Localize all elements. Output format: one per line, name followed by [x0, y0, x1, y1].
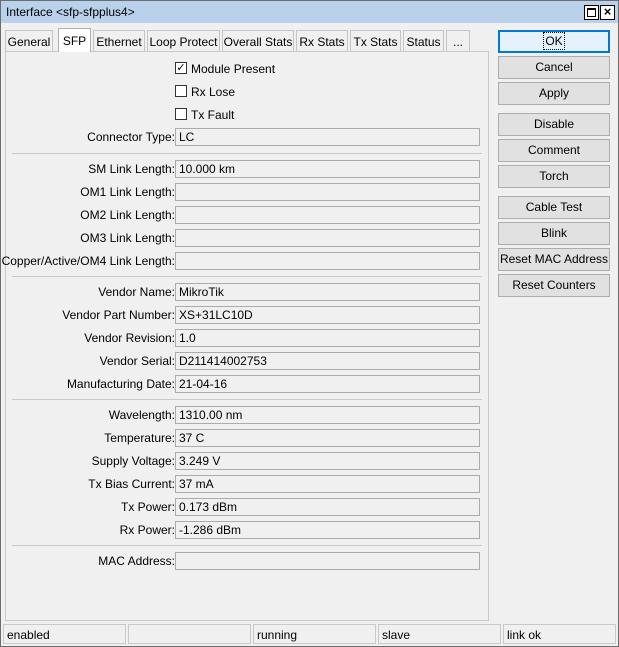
status-bar: enabled running slave link ok [3, 624, 616, 644]
checkbox-label: Module Present [191, 62, 276, 76]
field-label: OM3 Link Length: [80, 231, 175, 245]
field-label: SM Link Length: [88, 162, 175, 176]
wavelength-row: Wavelength: 1310.00 nm [6, 406, 488, 424]
tab-more[interactable]: ... [446, 30, 470, 52]
close-icon[interactable]: × [600, 5, 615, 20]
checkbox-label: Rx Lose [191, 85, 236, 99]
separator [12, 276, 482, 277]
window-title: Interface <sfp-sfpplus4> [6, 5, 135, 19]
om2-link-length-field[interactable] [175, 206, 480, 224]
separator [12, 153, 482, 154]
tx-bias-current-row: Tx Bias Current: 37 mA [6, 475, 488, 493]
ok-button[interactable]: OK [498, 30, 610, 53]
om3-link-length-row: OM3 Link Length: [6, 229, 488, 247]
temperature-field[interactable]: 37 C [175, 429, 480, 447]
field-label: Tx Power: [120, 500, 175, 514]
mac-address-row: MAC Address: [6, 552, 488, 570]
tab-tx-stats[interactable]: Tx Stats [350, 30, 401, 52]
tx-bias-current-field[interactable]: 37 mA [175, 475, 480, 493]
torch-button[interactable]: Torch [498, 165, 610, 188]
vendor-revision-row: Vendor Revision: 1.0 [6, 329, 488, 347]
rx-power-row: Rx Power: -1.286 dBm [6, 521, 488, 539]
copper-link-length-row: Copper/Active/OM4 Link Length: [2, 252, 488, 270]
tab-general[interactable]: General [5, 30, 53, 52]
tx-power-row: Tx Power: 0.173 dBm [6, 498, 488, 516]
sm-link-length-field[interactable]: 10.000 km [175, 160, 480, 178]
field-label: OM1 Link Length: [80, 185, 175, 199]
field-label: Supply Voltage: [91, 454, 175, 468]
checkbox-unchecked-icon[interactable] [175, 108, 187, 120]
vendor-name-field[interactable]: MikroTik [175, 283, 480, 301]
tab-sfp[interactable]: SFP [58, 28, 91, 52]
rx-power-field[interactable]: -1.286 dBm [175, 521, 480, 539]
separator [12, 399, 482, 400]
field-label: Wavelength: [108, 408, 175, 422]
supply-voltage-row: Supply Voltage: 3.249 V [6, 452, 488, 470]
temperature-row: Temperature: 37 C [6, 429, 488, 447]
mac-address-field[interactable] [175, 552, 480, 570]
field-label: OM2 Link Length: [80, 208, 175, 222]
checkbox-checked-icon[interactable]: ✓ [175, 62, 187, 74]
status-running: running [253, 624, 376, 644]
disable-button[interactable]: Disable [498, 113, 610, 136]
field-label: MAC Address: [98, 554, 175, 568]
tab-loop-protect[interactable]: Loop Protect [147, 30, 220, 52]
blink-button[interactable]: Blink [498, 222, 610, 245]
checkbox-unchecked-icon[interactable] [175, 85, 187, 97]
sm-link-length-row: SM Link Length: 10.000 km [6, 160, 488, 178]
field-label: Vendor Serial: [99, 354, 175, 368]
comment-button[interactable]: Comment [498, 139, 610, 162]
apply-button[interactable]: Apply [498, 82, 610, 105]
status-empty [128, 624, 251, 644]
field-label: Vendor Part Number: [62, 308, 175, 322]
field-label: Temperature: [104, 431, 175, 445]
connector-type-row: Connector Type: LC [6, 128, 488, 146]
manufacturing-date-field[interactable]: 21-04-16 [175, 375, 480, 393]
field-label: Connector Type: [87, 130, 175, 144]
field-label: Rx Power: [119, 523, 175, 537]
field-label: Tx Bias Current: [88, 477, 175, 491]
vendor-serial-field[interactable]: D211414002753 [175, 352, 480, 370]
om1-link-length-field[interactable] [175, 183, 480, 201]
vendor-name-row: Vendor Name: MikroTik [6, 283, 488, 301]
tx-power-field[interactable]: 0.173 dBm [175, 498, 480, 516]
copper-link-length-field[interactable] [175, 252, 480, 270]
vendor-part-number-field[interactable]: XS+31LC10D [175, 306, 480, 324]
tab-status[interactable]: Status [403, 30, 444, 52]
status-slave: slave [378, 624, 501, 644]
om1-link-length-row: OM1 Link Length: [6, 183, 488, 201]
ok-button-label: OK [543, 32, 565, 50]
manufacturing-date-row: Manufacturing Date: 21-04-16 [6, 375, 488, 393]
title-bar[interactable]: Interface <sfp-sfpplus4> × [1, 1, 618, 23]
field-label: Copper/Active/OM4 Link Length: [1, 254, 175, 268]
interface-window: Interface <sfp-sfpplus4> × General SFP E… [0, 0, 619, 647]
om3-link-length-field[interactable] [175, 229, 480, 247]
vendor-part-number-row: Vendor Part Number: XS+31LC10D [6, 306, 488, 324]
tab-rx-stats[interactable]: Rx Stats [296, 30, 348, 52]
connector-type-field[interactable]: LC [175, 128, 480, 146]
vendor-revision-field[interactable]: 1.0 [175, 329, 480, 347]
maximize-icon[interactable] [584, 5, 599, 20]
tab-overall-stats[interactable]: Overall Stats [222, 30, 294, 52]
status-enabled: enabled [3, 624, 126, 644]
field-label: Manufacturing Date: [66, 377, 175, 391]
cable-test-button[interactable]: Cable Test [498, 196, 610, 219]
wavelength-field[interactable]: 1310.00 nm [175, 406, 480, 424]
sfp-panel: ✓ Module Present Rx Lose Tx Fault Connec… [2, 51, 489, 621]
vendor-serial-row: Vendor Serial: D211414002753 [6, 352, 488, 370]
reset-counters-button[interactable]: Reset Counters [498, 274, 610, 297]
cancel-button[interactable]: Cancel [498, 56, 610, 79]
status-link: link ok [503, 624, 616, 644]
om2-link-length-row: OM2 Link Length: [6, 206, 488, 224]
supply-voltage-field[interactable]: 3.249 V [175, 452, 480, 470]
reset-mac-address-button[interactable]: Reset MAC Address [498, 248, 610, 271]
field-label: Vendor Name: [98, 285, 175, 299]
tab-ethernet[interactable]: Ethernet [93, 30, 145, 52]
field-label: Vendor Revision: [84, 331, 175, 345]
checkbox-label: Tx Fault [191, 108, 235, 122]
separator [12, 545, 482, 546]
